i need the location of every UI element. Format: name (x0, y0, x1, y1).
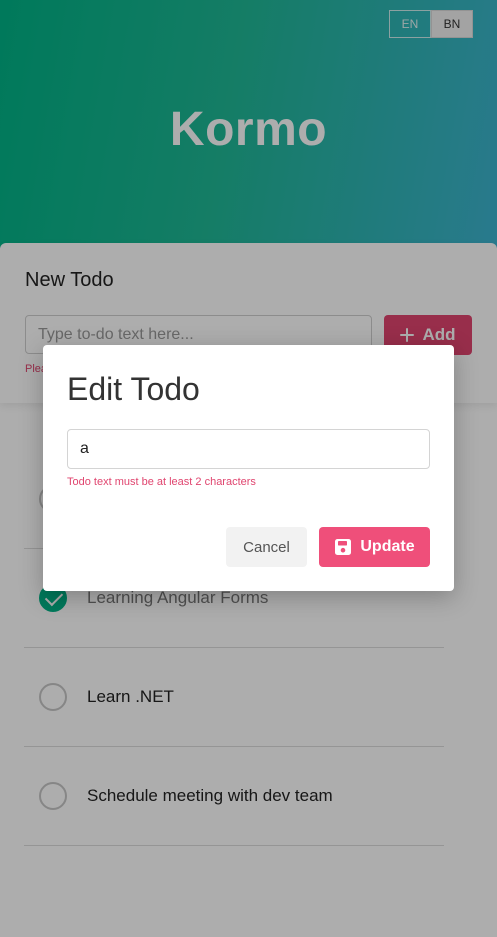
save-icon (335, 539, 352, 555)
update-button-label: Update (360, 538, 415, 555)
validation-error: Todo text must be at least 2 characters (67, 476, 256, 488)
dialog-title: Edit Todo (67, 371, 200, 407)
edit-todo-dialog: Edit Todo Todo text must be at least 2 c… (43, 345, 454, 591)
page: EN BN Kormo New Todo Add Plea Learning A… (0, 0, 497, 937)
update-button[interactable]: Update (319, 527, 430, 567)
edit-todo-input[interactable] (67, 429, 430, 469)
cancel-button[interactable]: Cancel (226, 527, 307, 567)
